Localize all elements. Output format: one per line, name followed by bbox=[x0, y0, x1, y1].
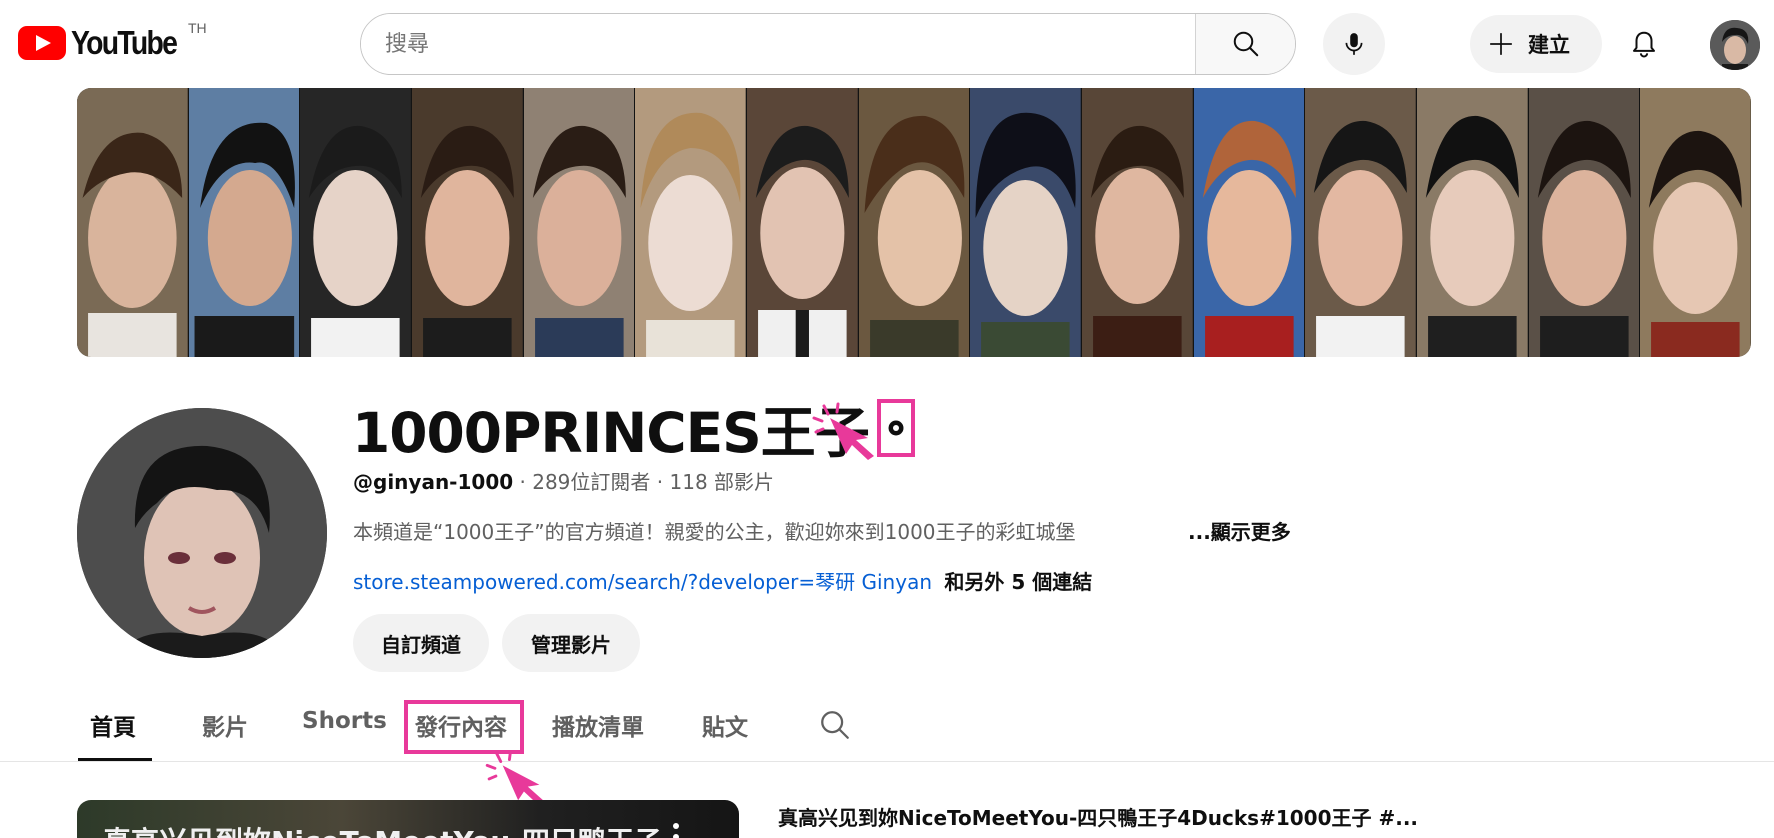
tab-playlists[interactable]: 播放清單 bbox=[552, 708, 644, 742]
bell-icon bbox=[1633, 31, 1655, 58]
channel-name-text: 1000PRINCES王子 bbox=[352, 401, 870, 465]
banner-portrait bbox=[1528, 88, 1641, 357]
pointer-annotation-icon bbox=[812, 402, 874, 460]
banner-portrait bbox=[300, 88, 413, 357]
channel-avatar[interactable] bbox=[77, 408, 327, 658]
banner-portrait bbox=[523, 88, 636, 357]
banner-portrait bbox=[77, 88, 189, 357]
banner-portrait bbox=[1082, 88, 1194, 357]
banner-portrait bbox=[1193, 88, 1306, 357]
account-avatar-image bbox=[1710, 20, 1760, 70]
search-input[interactable] bbox=[361, 14, 1195, 74]
channel-link-url[interactable]: store.steampowered.com/search/?developer… bbox=[353, 570, 932, 594]
notifications-button[interactable] bbox=[1620, 20, 1668, 68]
channel-handle: @ginyan-1000 bbox=[353, 470, 514, 494]
manage-videos-button[interactable]: 管理影片 bbox=[502, 614, 640, 672]
featured-video-thumbnail[interactable]: 真高兴见到妳NiceToMeetYou-四只鸭王子 bbox=[77, 800, 739, 838]
featured-video-title[interactable]: 真高兴见到妳NiceToMeetYou-四只鴨王子4Ducks#1000王子 #… bbox=[778, 802, 1418, 831]
youtube-play-icon bbox=[18, 26, 66, 60]
tab-releases[interactable]: 發行內容 bbox=[415, 708, 507, 742]
video-count: 118 部影片 bbox=[669, 470, 775, 494]
tab-posts[interactable]: 貼文 bbox=[702, 708, 748, 742]
tab-videos[interactable]: 影片 bbox=[202, 708, 248, 742]
subscriber-count: 289位訂閱者 bbox=[532, 470, 651, 494]
account-avatar[interactable] bbox=[1710, 20, 1760, 70]
search-box bbox=[360, 13, 1296, 75]
channel-avatar-image bbox=[77, 408, 327, 658]
channel-tabs: 首頁 影片 Shorts 發行內容 播放清單 貼文 bbox=[0, 690, 1774, 762]
logo-text: YouTube bbox=[71, 24, 178, 61]
more-links-button[interactable]: 和另外 5 個連結 bbox=[944, 570, 1092, 594]
country-code: TH bbox=[188, 20, 207, 36]
voice-search-button[interactable] bbox=[1323, 13, 1385, 75]
search-button[interactable] bbox=[1195, 14, 1295, 74]
channel-description[interactable]: 本頻道是“1000王子”的官方頻道！親愛的公主，歡迎妳來到1000王子的彩虹城堡 bbox=[353, 516, 1153, 545]
show-more-link[interactable]: ...顯示更多 bbox=[1188, 516, 1291, 545]
banner-portrait bbox=[858, 88, 971, 357]
youtube-logo[interactable]: YouTube TH bbox=[18, 20, 207, 62]
banner-portrait bbox=[970, 88, 1083, 357]
banner-portrait bbox=[1417, 88, 1529, 357]
banner-portrait bbox=[1640, 88, 1751, 357]
search-icon bbox=[1233, 31, 1258, 57]
banner-portrait bbox=[747, 88, 859, 357]
pointer-annotation-icon bbox=[485, 750, 546, 806]
meta-separator: · bbox=[656, 470, 664, 494]
active-tab-indicator bbox=[78, 758, 152, 761]
channel-banner bbox=[77, 88, 1751, 357]
banner-portrait bbox=[1305, 88, 1418, 357]
channel-search-icon[interactable] bbox=[818, 708, 852, 742]
meta-separator: · bbox=[519, 470, 526, 494]
microphone-icon bbox=[1345, 33, 1363, 55]
banner-portrait bbox=[188, 88, 301, 357]
tab-shorts[interactable]: Shorts bbox=[302, 708, 387, 734]
create-button[interactable]: 建立 bbox=[1470, 15, 1602, 73]
description-fade bbox=[1080, 512, 1190, 544]
banner-portrait bbox=[412, 88, 524, 357]
thumbnail-title-text: 真高兴见到妳NiceToMeetYou-四只鸭王子 bbox=[103, 820, 662, 838]
customize-channel-button[interactable]: 自訂頻道 bbox=[353, 614, 489, 672]
create-label: 建立 bbox=[1528, 33, 1570, 57]
channel-meta: @ginyan-1000 · 289位訂閱者 · 118 部影片 bbox=[353, 466, 774, 495]
banner-portrait bbox=[635, 88, 748, 357]
more-options-icon[interactable] bbox=[672, 822, 680, 838]
plus-icon bbox=[1490, 33, 1512, 55]
tab-home[interactable]: 首頁 bbox=[90, 708, 136, 742]
masthead: YouTube TH 建立 bbox=[0, 0, 1774, 88]
channel-links: store.steampowered.com/search/?developer… bbox=[353, 566, 1092, 595]
